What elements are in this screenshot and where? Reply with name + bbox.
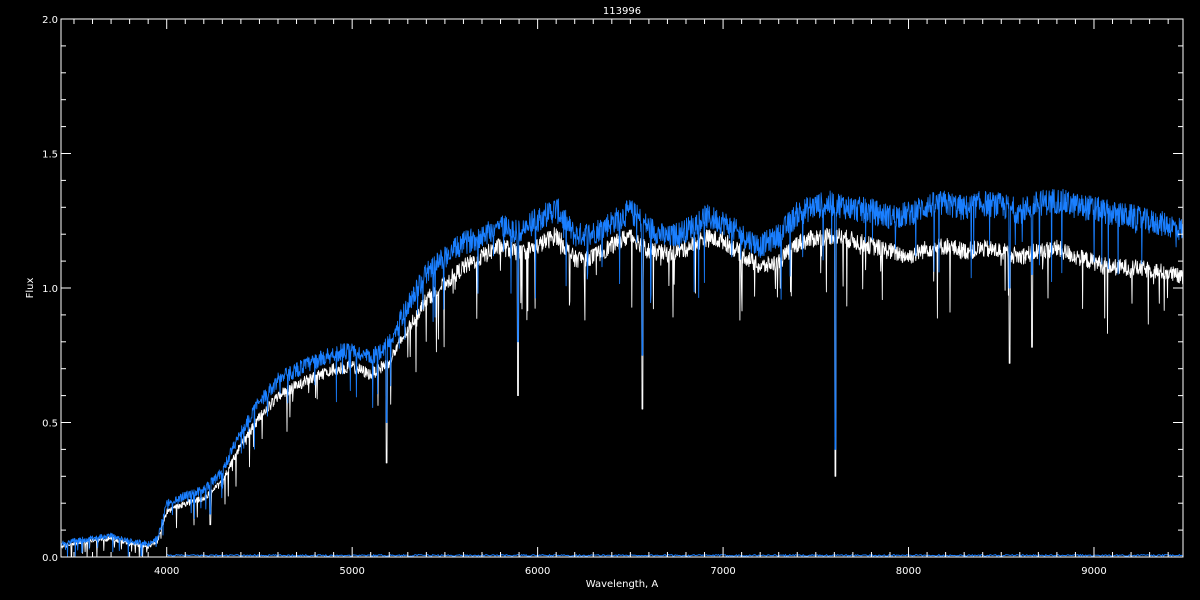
- x-tick-label: 6000: [525, 566, 550, 577]
- x-axis-label: Wavelength, A: [586, 579, 659, 590]
- x-tick-label: 4000: [154, 566, 179, 577]
- y-tick-label: 1.5: [42, 150, 58, 161]
- spectrum-chart: 4000 5000 6000 7000 8000 90000.00.51.01.52.0 …: [0, 0, 1200, 600]
- x-tick-label: 7000: [710, 566, 735, 577]
- chart-background: [0, 0, 1200, 600]
- chart-title: 113996: [603, 6, 641, 17]
- y-tick-label: 0.0: [42, 553, 58, 564]
- y-axis-label: Flux: [25, 278, 36, 299]
- y-tick-label: 0.5: [42, 419, 58, 430]
- x-tick-label: 8000: [896, 566, 921, 577]
- x-tick-label: 5000: [339, 566, 364, 577]
- x-tick-label: 9000: [1081, 566, 1106, 577]
- y-tick-label: 2.0: [42, 15, 58, 26]
- y-tick-label: 1.0: [42, 284, 58, 295]
